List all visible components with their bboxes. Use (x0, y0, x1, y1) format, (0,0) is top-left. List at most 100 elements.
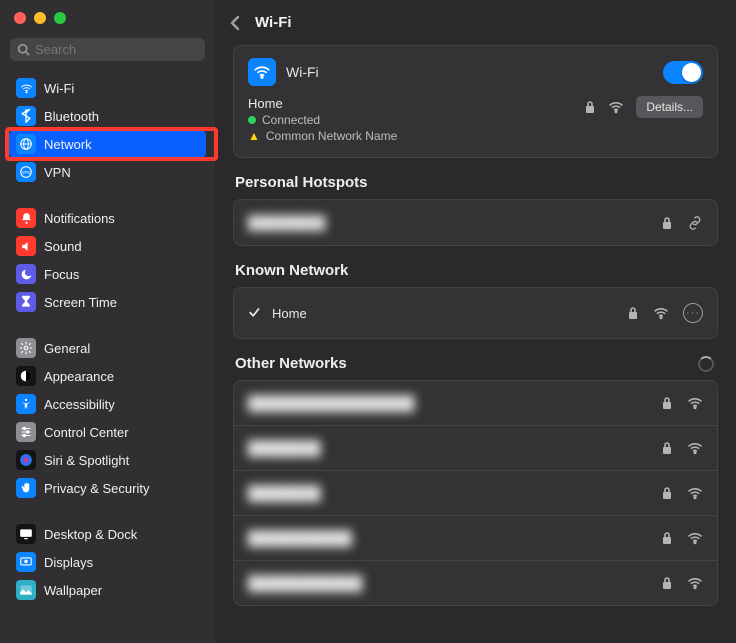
sidebar-item-control-center[interactable]: Control Center (9, 418, 206, 446)
network-row[interactable]: ███████ (234, 471, 717, 516)
sidebar-item-general[interactable]: General (9, 334, 206, 362)
main-content: Wi-Fi Wi-Fi Home Connected (215, 0, 736, 643)
sidebar-item-label: Privacy & Security (44, 481, 149, 496)
sidebar-item-label: Accessibility (44, 397, 115, 412)
known-network-section: Known Network Home ··· (233, 262, 718, 339)
sidebar-item-label: Appearance (44, 369, 114, 384)
details-button[interactable]: Details... (636, 96, 703, 118)
lock-icon (584, 100, 596, 114)
back-button[interactable] (229, 15, 241, 31)
page-header: Wi-Fi (215, 0, 736, 45)
page-title: Wi-Fi (255, 14, 292, 31)
wifi-signal-icon (687, 576, 703, 590)
lock-icon (661, 576, 673, 590)
sidebar-item-label: Notifications (44, 211, 115, 226)
connected-network-name: Home (248, 96, 397, 111)
wallpaper-icon (16, 580, 36, 600)
other-networks-title: Other Networks (233, 355, 347, 372)
sidebar-item-label: Control Center (44, 425, 129, 440)
wifi-signal-icon (687, 396, 703, 410)
svg-text:VPN: VPN (22, 170, 30, 175)
close-window[interactable] (14, 12, 26, 24)
bell-icon (16, 208, 36, 228)
sidebar-item-accessibility[interactable]: Accessibility (9, 390, 206, 418)
search-input[interactable] (35, 42, 211, 57)
sidebar-item-label: Wi-Fi (44, 81, 74, 96)
network-name: ████████████████ (248, 395, 415, 411)
sidebar-item-label: Siri & Spotlight (44, 453, 129, 468)
lock-icon (661, 396, 673, 410)
sidebar-item-wallpaper[interactable]: Wallpaper (9, 576, 206, 604)
network-row[interactable]: ████████ (234, 200, 717, 245)
sidebar-item-label: VPN (44, 165, 71, 180)
sidebar-item-label: Network (44, 137, 92, 152)
wifi-toggle[interactable] (663, 61, 703, 84)
hourglass-icon (16, 292, 36, 312)
other-networks-section: Other Networks █████████████████████████… (233, 355, 718, 606)
sidebar-item-focus[interactable]: Focus (9, 260, 206, 288)
sidebar-item-bluetooth[interactable]: Bluetooth (9, 102, 206, 130)
personal-hotspots-title: Personal Hotspots (233, 174, 718, 191)
control-center-icon (16, 422, 36, 442)
sidebar-item-label: Displays (44, 555, 93, 570)
search-field[interactable] (10, 38, 205, 61)
check-icon (248, 306, 262, 321)
wifi-signal-icon (687, 441, 703, 455)
gear-icon (16, 338, 36, 358)
sidebar-item-displays[interactable]: Displays (9, 548, 206, 576)
sidebar-item-vpn[interactable]: VPN VPN (9, 158, 206, 186)
sidebar-item-notifications[interactable]: Notifications (9, 204, 206, 232)
sidebar-item-desktop-dock[interactable]: Desktop & Dock (9, 520, 206, 548)
wifi-signal-icon (608, 100, 624, 114)
loading-spinner-icon (698, 356, 714, 372)
status-dot-icon (248, 116, 256, 124)
network-name: ████████ (248, 215, 326, 230)
hand-icon (16, 478, 36, 498)
sidebar-item-wi-fi[interactable]: Wi-Fi (9, 74, 206, 102)
wifi-status-card: Wi-Fi Home Connected ▲ Common Network Na… (233, 45, 718, 158)
siri-icon (16, 450, 36, 470)
known-network-title: Known Network (233, 262, 718, 279)
sidebar-item-label: Wallpaper (44, 583, 102, 598)
wifi-signal-icon (687, 531, 703, 545)
sidebar-item-label: Screen Time (44, 295, 117, 310)
wifi-label: Wi-Fi (286, 64, 319, 80)
appearance-icon (16, 366, 36, 386)
wifi-signal-icon (653, 306, 669, 320)
personal-hotspots-section: Personal Hotspots ████████ (233, 174, 718, 246)
lock-icon (627, 306, 639, 320)
vpn-icon: VPN (16, 162, 36, 182)
wifi-signal-icon (687, 486, 703, 500)
sidebar: Wi-Fi Bluetooth Network VPN VPN Notifications… (0, 0, 215, 643)
sidebar-item-network[interactable]: Network (9, 130, 206, 158)
sidebar-item-label: Focus (44, 267, 79, 282)
network-name: Home (272, 306, 307, 321)
sidebar-item-sound[interactable]: Sound (9, 232, 206, 260)
sidebar-item-label: Sound (44, 239, 82, 254)
network-name: ███████ (248, 485, 321, 501)
accessibility-icon (16, 394, 36, 414)
sidebar-item-screen-time[interactable]: Screen Time (9, 288, 206, 316)
window-controls (0, 0, 215, 34)
more-options-button[interactable]: ··· (683, 303, 703, 323)
warning-icon: ▲ (248, 129, 260, 143)
moon-icon (16, 264, 36, 284)
sidebar-item-appearance[interactable]: Appearance (9, 362, 206, 390)
network-row[interactable]: ████████████████ (234, 381, 717, 426)
hotspot-link-icon (687, 216, 703, 230)
sidebar-item-siri-spotlight[interactable]: Siri & Spotlight (9, 446, 206, 474)
lock-icon (661, 531, 673, 545)
chevron-left-icon (229, 15, 241, 31)
network-row[interactable]: Home ··· (234, 288, 717, 338)
minimize-window[interactable] (34, 12, 46, 24)
network-row[interactable]: ███████ (234, 426, 717, 471)
sidebar-item-label: General (44, 341, 90, 356)
zoom-window[interactable] (54, 12, 66, 24)
sidebar-item-privacy-security[interactable]: Privacy & Security (9, 474, 206, 502)
lock-icon (661, 486, 673, 500)
network-name: ███████ (248, 440, 321, 456)
connection-warning: ▲ Common Network Name (248, 129, 397, 143)
sound-icon (16, 236, 36, 256)
network-row[interactable]: ███████████ (234, 561, 717, 605)
network-row[interactable]: ██████████ (234, 516, 717, 561)
